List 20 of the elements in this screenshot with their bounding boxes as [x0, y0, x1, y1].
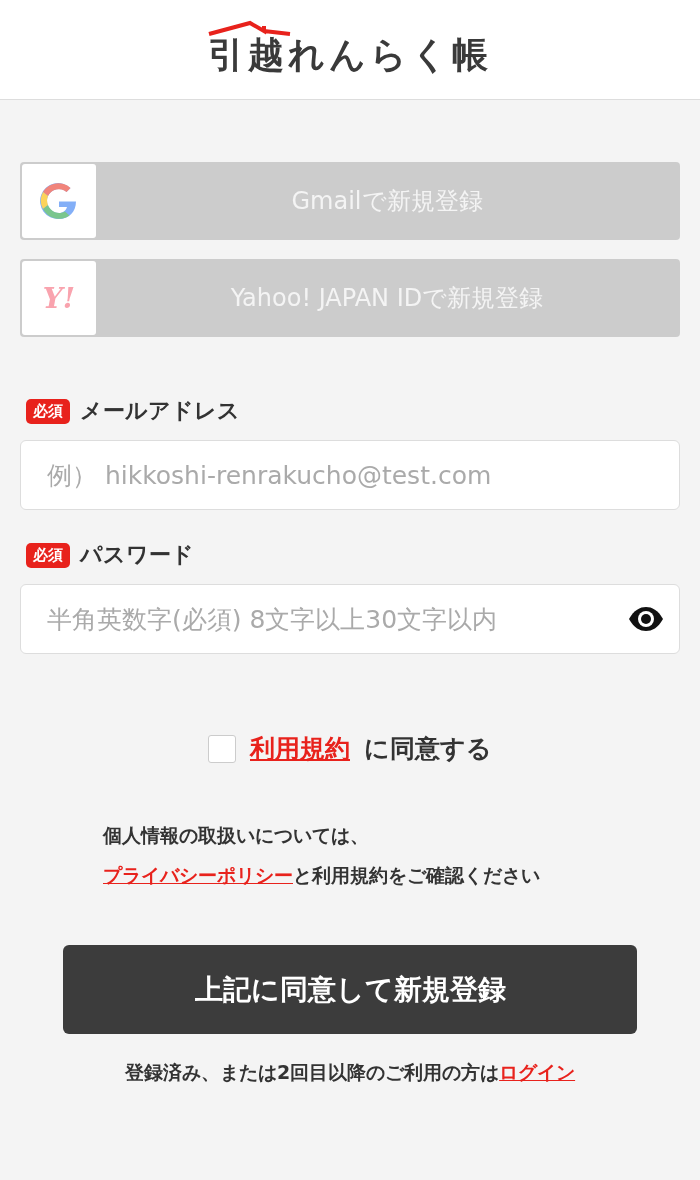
signup-button[interactable]: 上記に同意して新規登録	[63, 945, 637, 1034]
logo: 引越れんらく帳	[208, 33, 492, 77]
login-link[interactable]: ログイン	[499, 1060, 576, 1086]
required-badge: 必須	[26, 542, 70, 568]
password-field[interactable]: 半角英数字(必須) 8文字以上30文字以内	[20, 584, 680, 654]
google-icon	[40, 182, 78, 220]
field-label: メールアドレス	[80, 397, 240, 425]
yahoo-logo: Y!	[42, 281, 76, 315]
roof-icon	[208, 19, 292, 37]
required-badge: 必須	[26, 398, 70, 424]
field-label: パスワード	[80, 541, 194, 569]
privacy-note: 個人情報の取扱いについては、	[103, 823, 370, 848]
eye-icon[interactable]	[628, 606, 664, 632]
login-note: 登録済み、または2回目以降のご利用の方は	[124, 1060, 500, 1085]
agree-checkbox[interactable]	[208, 734, 236, 763]
privacy-note: と利用規約をご確認ください	[293, 863, 540, 888]
terms-link[interactable]: 利用規約	[250, 732, 350, 765]
agree-text: に同意する	[364, 733, 492, 765]
email-field[interactable]: 例） hikkoshi-renrakucho@test.com	[20, 440, 680, 510]
privacy-policy-link[interactable]: プライバシーポリシー	[103, 863, 293, 889]
